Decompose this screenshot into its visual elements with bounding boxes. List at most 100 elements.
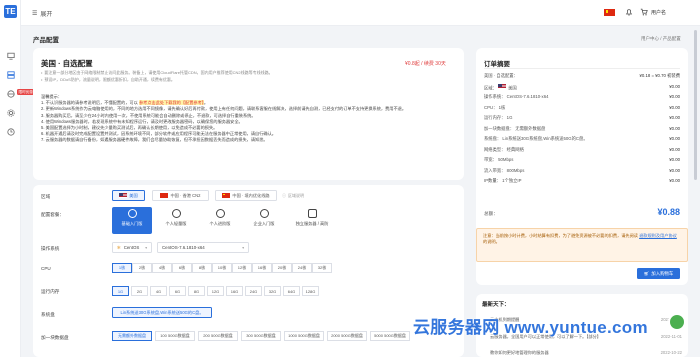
config-reference-link[interactable]: 参考点击此处下载我的【配置参考】	[138, 100, 204, 106]
tier-enterprise[interactable]: 企业入门版	[244, 207, 284, 234]
chevron-down-icon: ▾	[242, 245, 244, 250]
watermark-logo-icon	[668, 313, 686, 331]
globe-icon[interactable]	[6, 89, 15, 98]
system-disk-option[interactable]: Lin系统送30G系统盘,Win系统送50G的C盘。	[112, 307, 212, 318]
tier-dedicated[interactable]: 独立服务器 / 高防	[288, 207, 336, 234]
data-disk-option[interactable]: 300 500G数据盘	[241, 331, 281, 341]
order-line-value: ¥0.00	[669, 157, 680, 162]
app-logo[interactable]: TE	[4, 5, 17, 18]
region-us[interactable]: 美国	[112, 190, 145, 201]
cpu-option[interactable]: 4核	[152, 263, 172, 273]
news-title: 最新天下：	[482, 302, 510, 308]
order-line-value: ¥0.00	[669, 83, 680, 89]
server-icon[interactable]	[6, 70, 15, 79]
memory-option[interactable]: 8G	[188, 286, 205, 296]
order-line-key: IP数量： 1个独立IP	[484, 178, 522, 183]
os-version-select[interactable]: CentOS-7.6.1810-x64 ▾	[157, 242, 249, 253]
order-title: 订单摘要	[484, 61, 510, 68]
memory-option[interactable]: 2G	[131, 286, 148, 296]
tier-label: 配置套餐：	[41, 212, 64, 217]
scrollbar-thumb[interactable]	[694, 30, 697, 180]
order-line: 美国 · 自选配置： ¥0.18 = ¥0.70 初装费	[484, 73, 680, 79]
refund-terms-link[interactable]: 退款规则及用户协议	[639, 233, 677, 238]
promo-badge: 限时优惠	[17, 89, 35, 95]
memory-option[interactable]: 12G	[207, 286, 224, 296]
cpu-option[interactable]: 20核	[272, 263, 292, 273]
note-7: 7. 云服务器的数据请自行备份，如遇服务器硬件故障，我们会尽量协助恢复，但不承担…	[41, 137, 268, 143]
order-line-value: ¥0.00	[669, 178, 680, 183]
order-line-value: ¥0.00	[669, 94, 680, 99]
order-line-value: ¥0.18 = ¥0.70 初装费	[639, 73, 681, 78]
order-line-key: 操作系统： CentOS-7.6.1810-x64	[484, 94, 549, 99]
clock-icon[interactable]	[6, 127, 15, 136]
data-disk-option[interactable]: 5000 500G数据盘	[370, 331, 410, 341]
memory-option[interactable]: 16G	[226, 286, 243, 296]
order-line: 系统盘： Lin系统送30G系统盘,Win系统送50G的C盘。 ¥0.00	[484, 136, 680, 142]
cpu-option[interactable]: 24核	[292, 263, 312, 273]
add-to-cart-button[interactable]: 🛒︎ 加入购物车	[637, 268, 680, 279]
memory-option[interactable]: 128G	[302, 286, 319, 296]
order-line-value: ¥0.00	[669, 125, 680, 131]
product-notes: 温馨提示： 1. 不认识服务器的请参考说明后，不懂配置的，可以 参考点击此处下载…	[41, 94, 456, 144]
os-family-select[interactable]: ✻ CentOS ▾	[112, 242, 152, 253]
cpu-option[interactable]: 32核	[312, 263, 332, 273]
memory-option[interactable]: 24G	[245, 286, 262, 296]
memory-option[interactable]: 1G	[112, 286, 129, 296]
cn-flag-icon	[222, 192, 231, 199]
tier-personal-adv[interactable]: 个人进阶版	[200, 207, 240, 234]
news-item[interactable]: 教你如何更好地管理你的服务器 2022-10-22	[490, 350, 682, 356]
data-disk-option[interactable]: 100 500G数据盘	[155, 331, 195, 341]
memory-option[interactable]: 6G	[169, 286, 186, 296]
hk-flag-icon	[160, 192, 169, 199]
order-line: 加一块数据盘： 无需额外数据盘 ¥0.00	[484, 126, 680, 132]
order-line-key: 区域： 美国	[484, 83, 517, 90]
tier-personal-light[interactable]: 个人轻量版	[156, 207, 196, 234]
cpu-option[interactable]: 16核	[252, 263, 272, 273]
cpu-option[interactable]: 8核	[192, 263, 212, 273]
data-disk-option[interactable]: 2000 500G数据盘	[327, 331, 367, 341]
divider	[484, 68, 680, 69]
cart-icon[interactable]	[640, 8, 649, 17]
bell-icon[interactable]	[625, 8, 634, 17]
user-name[interactable]: 用户名	[651, 9, 666, 16]
data-disk-option[interactable]: 1000 500G数据盘	[284, 331, 324, 341]
order-line-key: 加一块数据盘： 无需额外数据盘	[484, 125, 546, 131]
memory-option[interactable]: 4G	[150, 286, 167, 296]
product-price: ¥0.8起 / 续费 30天	[405, 61, 446, 67]
smile-icon	[215, 209, 225, 218]
flag-cn-icon[interactable]	[604, 9, 615, 16]
order-line: 网络类型： 经典网络 ¥0.00	[484, 147, 680, 153]
order-line: 运行内存： 1G ¥0.00	[484, 115, 680, 121]
total-label: 总额：	[484, 211, 498, 216]
order-line: CPU： 1核 ¥0.00	[484, 105, 680, 111]
expand-toggle[interactable]: ☰ 展开	[32, 9, 52, 18]
data-disk-option[interactable]: 200 500G数据盘	[198, 331, 238, 341]
breadcrumb[interactable]: 用户中心 / 产品配置	[641, 36, 681, 42]
order-line-key: 美国 · 自选配置：	[484, 73, 518, 78]
monitor-icon[interactable]	[6, 51, 15, 60]
region-cn[interactable]: 中国 · 境内优化线路	[215, 190, 277, 201]
data-disk-option[interactable]: 无需额外数据盘	[112, 331, 152, 341]
disk-label: 系统盘	[41, 312, 55, 317]
close-icon	[307, 209, 317, 218]
billing-notice: 注意：当前按小时计费，小时结算有扣费，为了避免资源被不必要的扣费，请先阅读 退款…	[476, 228, 688, 262]
sidebar: TE 限时优惠	[0, 0, 35, 357]
cpu-option[interactable]: 1核	[112, 263, 132, 273]
order-line-value: ¥0.00	[669, 104, 680, 110]
mem-label: 运行内存	[41, 289, 60, 294]
product-title: 美国 · 自选配置	[41, 59, 93, 68]
cpu-option[interactable]: 6核	[172, 263, 192, 273]
order-line-value: ¥0.00	[669, 115, 680, 120]
page-scrollbar[interactable]	[693, 30, 698, 357]
region-hk[interactable]: 中国 · 香港 CN2	[152, 190, 209, 201]
tier-basic[interactable]: 基础入门版	[112, 207, 152, 234]
memory-option[interactable]: 64G	[283, 286, 300, 296]
gear-icon[interactable]	[6, 108, 15, 117]
centos-icon: ✻	[117, 244, 121, 250]
region-tip[interactable]: ⓘ 区域说明	[282, 193, 304, 199]
cpu-label: CPU	[41, 266, 51, 271]
cpu-option[interactable]: 12核	[232, 263, 252, 273]
cpu-option[interactable]: 10核	[212, 263, 232, 273]
memory-option[interactable]: 32G	[264, 286, 281, 296]
cpu-option[interactable]: 2核	[132, 263, 152, 273]
